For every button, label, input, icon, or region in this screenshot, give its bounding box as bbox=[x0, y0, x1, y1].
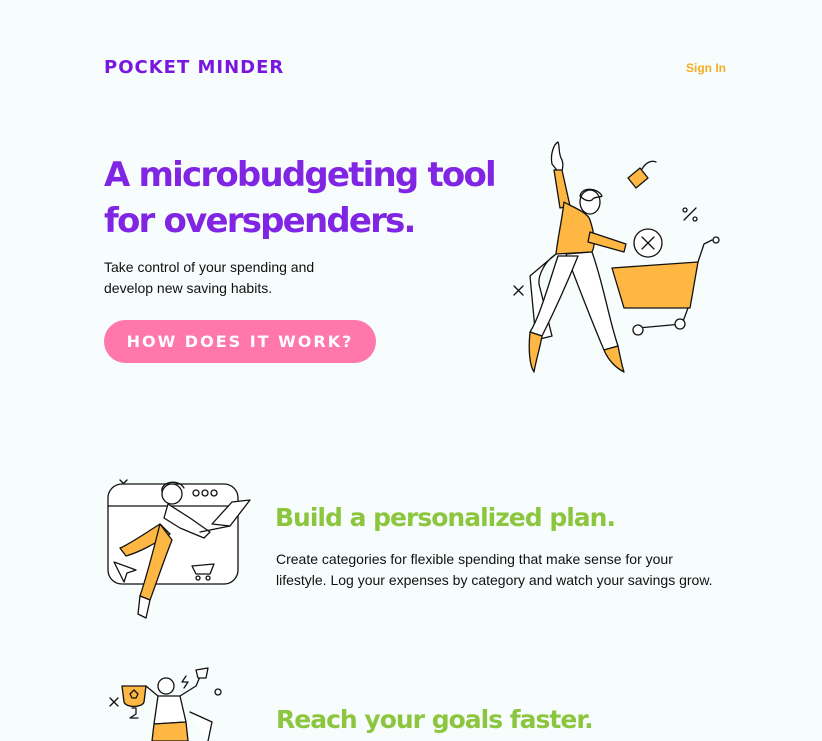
feature-title-plan: Build a personalized plan. bbox=[275, 503, 616, 532]
trophy-icon bbox=[121, 685, 147, 719]
feature-title-goals: Reach your goals faster. bbox=[276, 705, 594, 734]
person-shopping-cart-illustration bbox=[513, 141, 720, 373]
hero-title: A microbudgeting tool for overspenders. bbox=[104, 155, 497, 241]
sign-in-link[interactable]: Sign In bbox=[686, 61, 726, 75]
feature-text-plan: Create categories for flexible spending … bbox=[276, 551, 713, 588]
hero-subtitle: Take control of your spending and develo… bbox=[104, 259, 315, 296]
sparkle-icon bbox=[109, 697, 119, 707]
x-mark-icon bbox=[513, 285, 524, 296]
price-tag-icon bbox=[627, 160, 657, 189]
fist-icon bbox=[195, 667, 209, 679]
person-laptop-browser-illustration bbox=[107, 479, 251, 619]
how-does-it-work-button[interactable]: HOW DOES IT WORK? bbox=[104, 320, 376, 363]
trophy-celebration-illustration bbox=[109, 667, 222, 741]
brand-logo[interactable]: POCKET MINDER bbox=[104, 57, 284, 78]
percent-icon bbox=[682, 207, 698, 222]
